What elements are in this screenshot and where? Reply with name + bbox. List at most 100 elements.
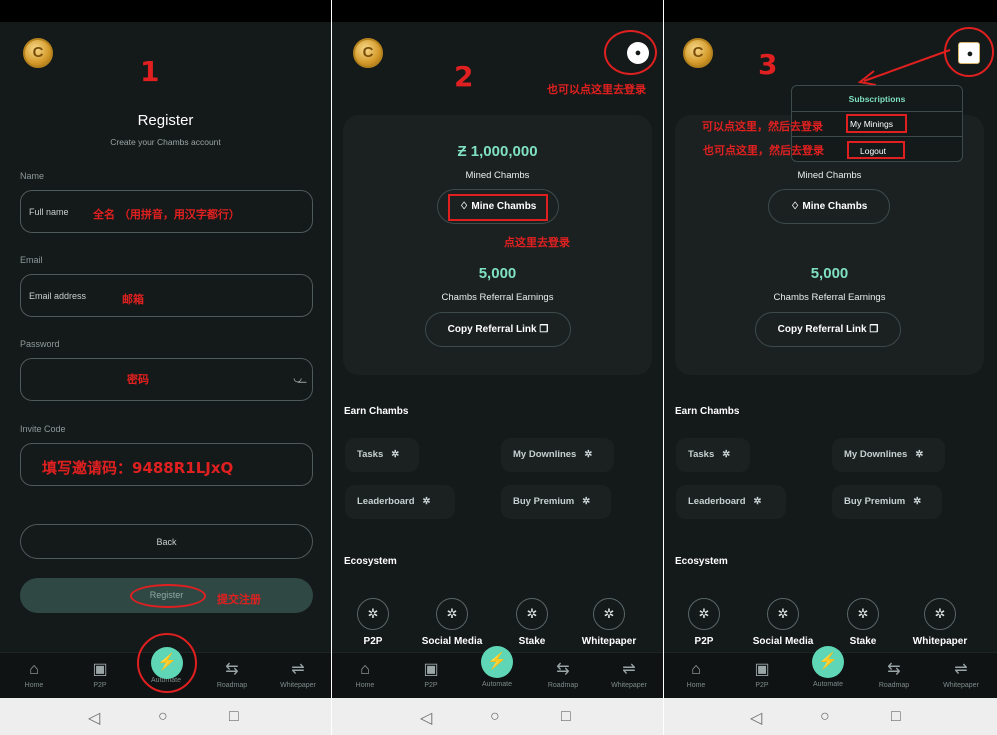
social-media-icon[interactable]: ✲ xyxy=(767,598,799,630)
nav-p2p[interactable]: ▣ P2P xyxy=(75,657,125,689)
sparkle-icon: ✲ xyxy=(582,496,591,507)
eye-closed-icon[interactable]: ◡͟ xyxy=(293,373,302,384)
mining-card: Ƶ 1,000,000 Mined Chambs ♢ Mine Chambs 5… xyxy=(343,115,652,375)
page-title: Register xyxy=(137,112,194,129)
home-icon: ⌂ xyxy=(29,661,39,678)
automate-fab[interactable]: ⚡ xyxy=(812,646,844,678)
earn-leaderboard-label: Leaderboard xyxy=(688,496,746,507)
earn-leaderboard[interactable]: Leaderboard ✲ xyxy=(345,485,455,519)
password-label: Password xyxy=(20,339,60,349)
my-minings-highlight xyxy=(846,114,907,133)
password-field[interactable]: ◡͟ xyxy=(20,358,313,401)
home-circle-icon[interactable]: ○ xyxy=(158,708,168,726)
sparkle-icon: ✲ xyxy=(915,449,924,460)
menu-divider xyxy=(792,111,962,112)
nav-whitepaper[interactable]: ⇌ Whitepaper xyxy=(936,657,986,689)
swap-arrows-icon: ⇆ xyxy=(887,661,901,678)
mined-label: Mined Chambs xyxy=(465,170,530,181)
sparkle-icon: ✲ xyxy=(422,496,431,507)
nav-home[interactable]: ⌂ Home xyxy=(340,657,390,689)
recents-square-icon[interactable]: □ xyxy=(561,708,571,726)
nav-whitepaper[interactable]: ⇌ Whitepaper xyxy=(273,657,323,689)
mine-button-highlight xyxy=(448,194,548,221)
nav-roadmap-label: Roadmap xyxy=(216,682,248,689)
home-circle-icon[interactable]: ○ xyxy=(490,708,500,726)
system-nav-bar: ◁ ○ □ xyxy=(332,698,663,735)
nav-roadmap[interactable]: ⇆ Roadmap xyxy=(207,657,257,689)
earn-tasks[interactable]: Tasks ✲ xyxy=(676,438,750,472)
nav-p2p[interactable]: ▣ P2P xyxy=(406,657,456,689)
earn-leaderboard[interactable]: Leaderboard ✲ xyxy=(676,485,786,519)
nav-p2p[interactable]: ▣ P2P xyxy=(737,657,787,689)
social-media-icon[interactable]: ✲ xyxy=(436,598,468,630)
mined-value: Ƶ 1,000,000 xyxy=(457,143,538,160)
ecosystem-social-label: Social Media xyxy=(421,636,483,647)
wallet-icon: ▣ xyxy=(423,661,439,678)
wallet-icon: ▣ xyxy=(92,661,108,678)
chambs-logo: C xyxy=(683,38,713,68)
earn-buy-premium[interactable]: Buy Premium ✲ xyxy=(501,485,611,519)
status-bar xyxy=(664,0,997,22)
nav-home-label: Home xyxy=(24,682,44,689)
email-field[interactable]: Email address xyxy=(20,274,313,317)
mine-chambs-button[interactable]: ♢ Mine Chambs xyxy=(768,189,890,224)
copy-icon: ❐ xyxy=(869,324,879,335)
earn-downlines-label: My Downlines xyxy=(513,449,577,460)
avatar-annotation: 也可以点这里去登录 xyxy=(547,83,646,96)
swap-arrows-icon: ⇆ xyxy=(225,661,239,678)
recents-square-icon[interactable]: □ xyxy=(891,708,901,726)
nav-roadmap[interactable]: ⇆ Roadmap xyxy=(869,657,919,689)
sparkle-icon: ✲ xyxy=(722,449,731,460)
nav-roadmap-label: Roadmap xyxy=(878,682,910,689)
back-triangle-icon[interactable]: ◁ xyxy=(88,708,100,728)
earn-premium-label: Buy Premium xyxy=(513,496,575,507)
name-placeholder: Full name xyxy=(29,207,69,217)
nav-p2p-label: P2P xyxy=(755,682,769,689)
copy-referral-button[interactable]: Copy Referral Link ❐ xyxy=(755,312,901,347)
referral-label: Chambs Referral Earnings xyxy=(773,292,886,303)
system-nav-bar: ◁ ○ □ xyxy=(0,698,331,735)
earn-downlines-label: My Downlines xyxy=(844,449,908,460)
sparkle-icon: ✲ xyxy=(913,496,922,507)
copy-referral-button[interactable]: Copy Referral Link ❐ xyxy=(425,312,571,347)
red-arrow xyxy=(857,49,951,86)
nav-automate[interactable]: Automate xyxy=(472,681,522,688)
earn-premium-label: Buy Premium xyxy=(844,496,906,507)
p2p-icon[interactable]: ✲ xyxy=(688,598,720,630)
mined-label: Mined Chambs xyxy=(797,170,862,181)
earn-my-downlines[interactable]: My Downlines ✲ xyxy=(832,438,945,472)
referral-value: 5,000 xyxy=(478,265,517,282)
home-icon: ⌂ xyxy=(360,661,370,678)
nav-home[interactable]: ⌂ Home xyxy=(9,657,59,689)
ecosystem-social-label: Social Media xyxy=(752,636,814,647)
nav-whitepaper-label: Whitepaper xyxy=(943,682,979,689)
back-button[interactable]: Back xyxy=(20,524,313,559)
automate-fab[interactable]: ⚡ xyxy=(481,646,513,678)
nav-whitepaper[interactable]: ⇌ Whitepaper xyxy=(604,657,654,689)
subscriptions-item[interactable]: Subscriptions xyxy=(792,94,962,104)
stake-icon[interactable]: ✲ xyxy=(516,598,548,630)
p2p-icon[interactable]: ✲ xyxy=(357,598,389,630)
menu-divider xyxy=(792,136,962,137)
invite-annotation: 填写邀请码：9488R1LJxQ xyxy=(42,459,234,477)
nav-automate[interactable]: Automate xyxy=(803,681,853,688)
whitepaper-icon[interactable]: ✲ xyxy=(924,598,956,630)
earn-tasks[interactable]: Tasks ✲ xyxy=(345,438,419,472)
route-icon: ⇌ xyxy=(291,661,305,678)
page-subtitle: Create your Chambs account xyxy=(110,137,221,147)
logout-highlight xyxy=(847,141,905,159)
diamond-icon: ♢ xyxy=(790,201,800,212)
whitepaper-icon[interactable]: ✲ xyxy=(593,598,625,630)
earn-my-downlines[interactable]: My Downlines ✲ xyxy=(501,438,614,472)
back-button-label: Back xyxy=(156,537,177,547)
nav-roadmap[interactable]: ⇆ Roadmap xyxy=(538,657,588,689)
recents-square-icon[interactable]: □ xyxy=(229,708,239,726)
nav-home[interactable]: ⌂ Home xyxy=(671,657,721,689)
ecosystem-section-title: Ecosystem xyxy=(344,556,397,567)
home-circle-icon[interactable]: ○ xyxy=(820,708,830,726)
referral-label: Chambs Referral Earnings xyxy=(441,292,554,303)
earn-buy-premium[interactable]: Buy Premium ✲ xyxy=(832,485,942,519)
stake-icon[interactable]: ✲ xyxy=(847,598,879,630)
back-triangle-icon[interactable]: ◁ xyxy=(750,708,762,728)
back-triangle-icon[interactable]: ◁ xyxy=(420,708,432,728)
